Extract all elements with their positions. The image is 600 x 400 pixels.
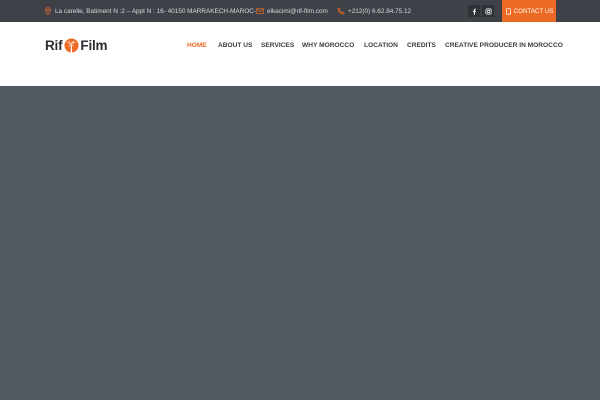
map-pin-icon: [44, 7, 52, 15]
phone-text[interactable]: +212(0) 6.62.84.75.12: [348, 8, 411, 15]
contact-us-label: CONTACT US: [513, 7, 554, 15]
email-info[interactable]: elkacimi@rif-film.com: [256, 0, 328, 22]
phone-icon: [505, 7, 512, 15]
nav-item-why-morocco[interactable]: WHY MOROCCO: [302, 35, 354, 55]
nav-item-services[interactable]: SERVICES: [261, 35, 294, 55]
contact-us-button[interactable]: CONTACT US: [502, 0, 556, 22]
phone-icon: [337, 7, 345, 15]
address-text: La carelle, Batiment N :2 – Appt N : 16-…: [55, 7, 257, 15]
facebook-icon: [471, 2, 478, 20]
email-text[interactable]: elkacimi@rif-film.com: [267, 8, 328, 15]
address-info: La carelle, Batiment N :2 – Appt N : 16-…: [44, 0, 256, 22]
phone-info[interactable]: +212(0) 6.62.84.75.12: [337, 0, 411, 22]
nav-item-home[interactable]: HOME: [187, 35, 207, 55]
site-header: Rif Film HOME ABOUT US SERVICES WHY MORO…: [0, 22, 600, 86]
nav-item-about-us[interactable]: ABOUT US: [218, 35, 252, 55]
envelope-icon: [256, 7, 264, 15]
nav-item-creative-producer[interactable]: CREATIVE PRODUCER IN MOROCCO: [445, 35, 563, 55]
main-navigation: HOME ABOUT US SERVICES WHY MOROCCO LOCAT…: [0, 35, 600, 55]
facebook-link[interactable]: [468, 5, 480, 17]
instagram-link[interactable]: [482, 5, 494, 17]
instagram-icon: [484, 2, 492, 20]
top-bar: La carelle, Batiment N :2 – Appt N : 16-…: [0, 0, 600, 22]
nav-item-location[interactable]: LOCATION: [364, 35, 398, 55]
nav-item-credits[interactable]: CREDITS: [407, 35, 436, 55]
hero-section: [0, 86, 600, 400]
